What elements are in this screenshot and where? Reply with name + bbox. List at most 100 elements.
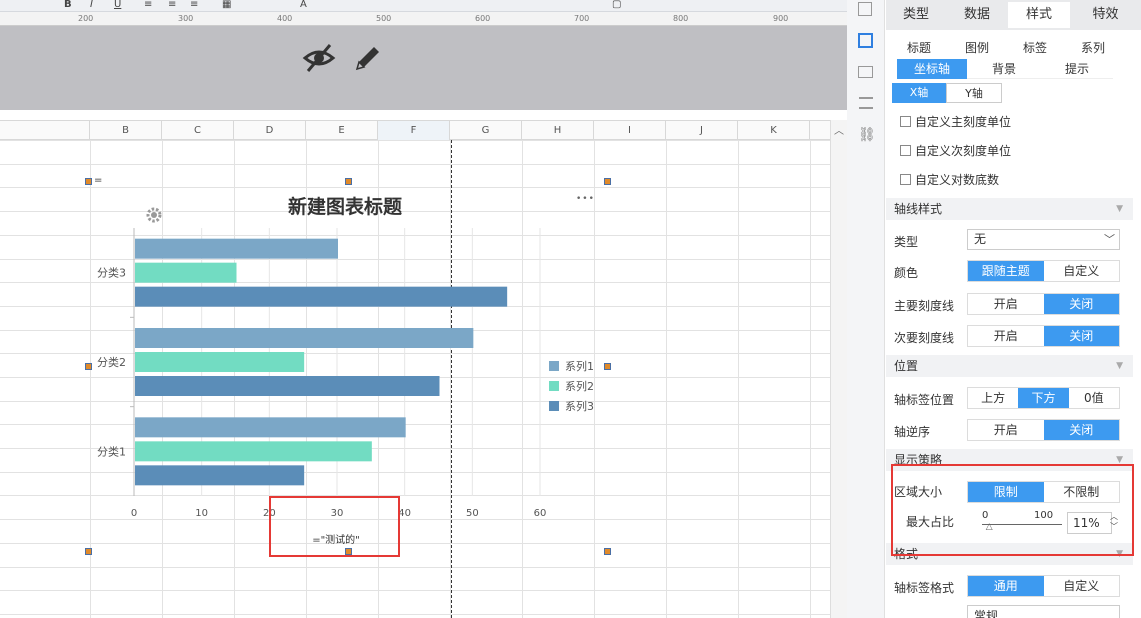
minor-off[interactable]: 关闭 (1043, 326, 1119, 346)
color-toggle[interactable]: 跟随主题 自定义 (967, 260, 1120, 282)
image-icon[interactable] (858, 2, 872, 16)
column-header-c[interactable]: C (162, 121, 234, 141)
x-tick-label: 50 (466, 508, 479, 519)
resize-handle[interactable] (604, 548, 611, 555)
subtab-series[interactable]: 系列 (1064, 38, 1122, 58)
grid-column-line (666, 140, 667, 618)
check-custom-log-base[interactable]: 自定义对数底数 (900, 171, 999, 188)
column-header-g[interactable]: G (450, 121, 522, 141)
subtab-title[interactable]: 标题 (890, 38, 948, 58)
legend-swatch (549, 361, 559, 371)
underline-icon[interactable]: U (114, 0, 121, 10)
minor-on[interactable]: 开启 (968, 326, 1044, 346)
check-label: 自定义主刻度单位 (915, 115, 1012, 129)
subtab-background[interactable]: 背景 (967, 59, 1041, 79)
collapse-icon[interactable]: ▼ (1116, 198, 1123, 220)
column-header-k[interactable]: K (738, 121, 810, 141)
checkbox-icon[interactable] (900, 145, 911, 156)
major-off[interactable]: 关闭 (1043, 294, 1119, 314)
pencil-icon[interactable] (352, 42, 384, 74)
subtab-tooltip[interactable]: 提示 (1041, 59, 1113, 79)
x-tick-label: 40 (398, 508, 411, 519)
resize-handle[interactable] (604, 178, 611, 185)
align-center-icon[interactable]: ≡ (168, 0, 176, 10)
chevron-down-icon[interactable]: ﹀ (1104, 230, 1115, 249)
section-axis-line-style[interactable]: 轴线样式 ▼ (886, 198, 1133, 220)
number-format-select[interactable]: 常规 (967, 605, 1120, 618)
align-left-icon[interactable]: ≡ (144, 0, 152, 10)
checkbox-icon[interactable] (900, 116, 911, 127)
type-select[interactable]: 无 ﹀ (967, 229, 1120, 250)
color-custom[interactable]: 自定义 (1044, 261, 1120, 281)
italic-icon[interactable]: I (90, 0, 93, 10)
label-format-custom[interactable]: 自定义 (1044, 576, 1120, 596)
column-header-d[interactable]: D (234, 121, 306, 141)
color-follow-theme[interactable]: 跟随主题 (968, 261, 1044, 281)
legend-label: 系列1 (565, 359, 594, 373)
label-pos-zero[interactable]: 0值 (1069, 388, 1119, 408)
chart-bar (135, 286, 508, 307)
link-icon[interactable]: ⛓ (858, 127, 876, 143)
reverse-on[interactable]: 开启 (968, 420, 1044, 440)
section-position[interactable]: 位置 ▼ (886, 355, 1133, 377)
check-custom-major-unit[interactable]: 自定义主刻度单位 (900, 113, 1011, 130)
subtab-axis[interactable]: 坐标轴 (897, 59, 967, 79)
ruler-tick: 200 (78, 14, 94, 23)
label-pos-bottom[interactable]: 下方 (1018, 388, 1069, 408)
label-format-toggle[interactable]: 通用 自定义 (967, 575, 1120, 597)
bold-icon[interactable]: B (64, 0, 72, 10)
resize-handle[interactable] (85, 178, 92, 185)
frame-icon[interactable]: ▢ (612, 0, 621, 10)
column-header-j[interactable]: J (666, 121, 738, 141)
section-title: 轴线样式 (894, 202, 943, 216)
major-tick-toggle[interactable]: 开启 关闭 (967, 293, 1120, 315)
column-header-h[interactable]: H (522, 121, 594, 141)
eye-slash-icon[interactable] (302, 42, 336, 74)
scroll-up-icon[interactable]: ︿ (834, 122, 844, 137)
cell-element-icon[interactable] (858, 66, 873, 78)
section-title: 位置 (894, 359, 919, 373)
chart-style-icon[interactable] (858, 33, 873, 48)
tab-x-axis[interactable]: X轴 (892, 83, 946, 103)
reverse-off[interactable]: 关闭 (1043, 420, 1119, 440)
resize-handle[interactable] (604, 363, 611, 370)
align-right-icon[interactable]: ≡ (190, 0, 198, 10)
reverse-toggle[interactable]: 开启 关闭 (967, 419, 1120, 441)
column-header-b[interactable]: B (90, 121, 162, 141)
vertical-scrollbar[interactable]: ︿ (830, 120, 847, 618)
tab-y-axis[interactable]: Y轴 (946, 83, 1002, 103)
font-color-icon[interactable]: A (300, 0, 307, 10)
type-select-value: 无 (974, 232, 987, 246)
border-icon[interactable]: ▦ (222, 0, 231, 10)
ruler-tick: 800 (673, 14, 689, 23)
label-position-toggle[interactable]: 上方 下方 0值 (967, 387, 1120, 409)
column-header-f[interactable]: F (378, 121, 450, 141)
chart-bar (135, 328, 474, 348)
subtab-label[interactable]: 标签 (1006, 38, 1064, 58)
checkbox-icon[interactable] (900, 174, 911, 185)
tab-data[interactable]: 数据 (946, 2, 1008, 28)
column-header: B C D E F G H I J K (0, 120, 830, 141)
minor-tick-label: 次要刻度线 (894, 331, 955, 345)
subtab-legend[interactable]: 图例 (948, 38, 1006, 58)
resize-handle[interactable] (85, 363, 92, 370)
tab-effects[interactable]: 特效 (1070, 2, 1141, 28)
minor-tick-toggle[interactable]: 开启 关闭 (967, 325, 1120, 347)
chart-bar (135, 352, 305, 372)
x-tick-label: 10 (195, 508, 208, 519)
column-header-i[interactable]: I (594, 121, 666, 141)
ruler-tick: 300 (178, 14, 194, 23)
list-icon[interactable] (859, 97, 873, 109)
label-pos-top[interactable]: 上方 (968, 388, 1018, 408)
major-on[interactable]: 开启 (968, 294, 1044, 314)
label-format-general[interactable]: 通用 (968, 576, 1044, 596)
resize-handle[interactable] (345, 178, 352, 185)
resize-handle[interactable] (85, 548, 92, 555)
column-header-e[interactable]: E (306, 121, 378, 141)
tab-type[interactable]: 类型 (886, 2, 946, 28)
grid-column-line (738, 140, 739, 618)
tab-style[interactable]: 样式 (1008, 2, 1070, 28)
check-custom-minor-unit[interactable]: 自定义次刻度单位 (900, 142, 1011, 159)
collapse-icon[interactable]: ▼ (1116, 355, 1123, 377)
check-label: 自定义对数底数 (915, 173, 1000, 187)
